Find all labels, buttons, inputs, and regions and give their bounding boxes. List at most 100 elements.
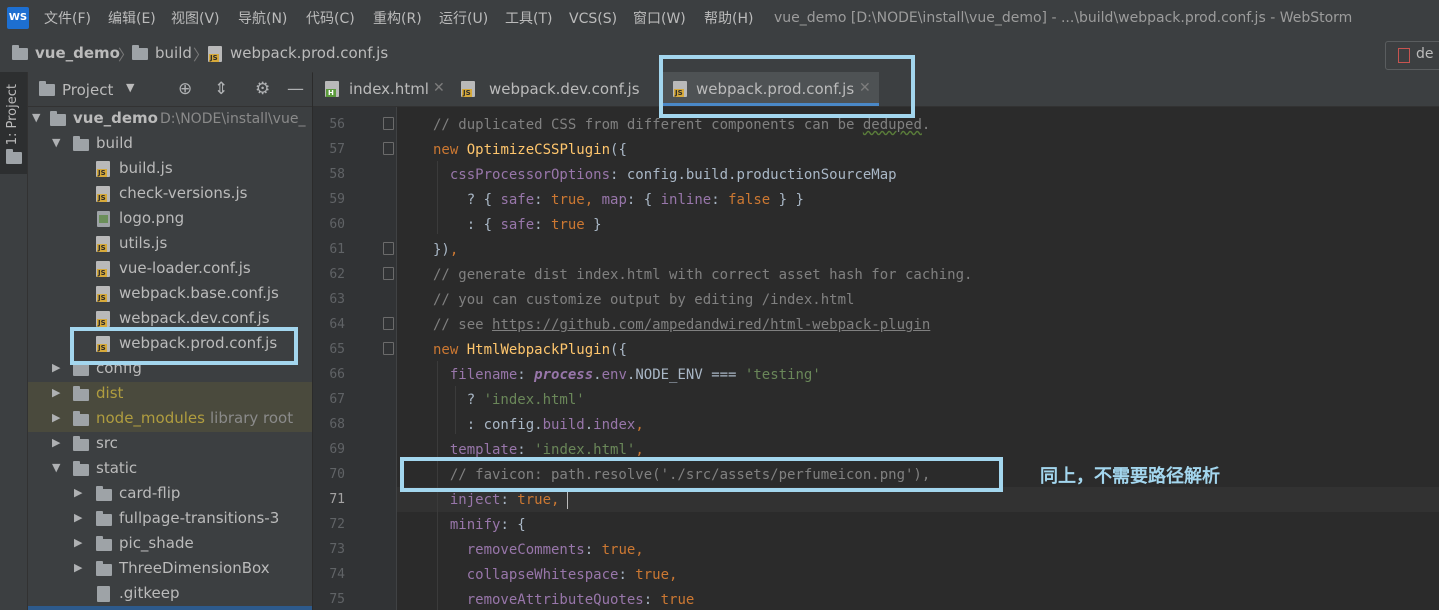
property-token: map — [601, 192, 627, 208]
tab-webpack-dev[interactable]: webpack.dev.conf.js ✕ — [449, 72, 788, 106]
code-token: . — [593, 367, 602, 383]
code-line-71: inject: true, — [433, 491, 560, 509]
text-cursor — [567, 491, 568, 509]
property-token: cssProcessorOptions — [449, 167, 611, 183]
breadcrumb-project[interactable]: vue_demo — [35, 44, 120, 62]
project-view-selector[interactable]: Project — [62, 81, 113, 99]
fold-marker-icon[interactable] — [383, 117, 394, 130]
fold-marker-icon[interactable] — [383, 342, 394, 355]
code-line-72: minify: { — [433, 516, 526, 534]
url-link[interactable]: https://github.com/ampedandwired/html-we… — [492, 317, 930, 333]
project-tool-button[interactable]: 1: Project — [0, 72, 27, 174]
line-number: 73 — [329, 542, 345, 557]
string-token: 'testing' — [744, 367, 821, 383]
menu-view[interactable]: 视图(V) — [171, 10, 220, 28]
code-token: : — [534, 217, 552, 233]
close-icon[interactable]: ✕ — [433, 80, 445, 96]
menu-tools[interactable]: 工具(T) — [505, 10, 552, 28]
locate-icon[interactable]: ⊕ — [178, 79, 192, 99]
chevron-down-icon[interactable]: ▼ — [52, 136, 60, 149]
code-line-74: collapseWhitespace: true, — [433, 566, 678, 584]
tree-item-folder[interactable]: ▶ pic_shade — [28, 532, 312, 557]
fold-marker-icon[interactable] — [383, 142, 394, 155]
breadcrumb-file[interactable]: webpack.prod.conf.js — [230, 44, 388, 62]
breadcrumb-folder[interactable]: build — [155, 44, 192, 62]
tree-item-root[interactable]: ▼ vue_demo D:\NODE\install\vue_ — [28, 107, 312, 132]
folder-icon — [73, 386, 89, 401]
right-tab-label: de — [1416, 46, 1434, 62]
code-token: : — [517, 367, 535, 383]
tree-item-src[interactable]: ▶ src — [28, 432, 312, 457]
menu-run[interactable]: 运行(U) — [439, 10, 488, 28]
property-token: minify — [449, 517, 501, 533]
line-number-current: 71 — [329, 492, 345, 507]
tree-item-folder[interactable]: ▶ card-flip — [28, 482, 312, 507]
hide-icon[interactable]: — — [287, 79, 304, 99]
chevron-right-icon[interactable]: ▶ — [74, 511, 82, 524]
code-line-61: }), — [433, 241, 458, 259]
property-token: safe — [500, 217, 535, 233]
tree-item-file[interactable]: logo.png — [28, 207, 312, 232]
code-line-65: new HtmlWebpackPlugin({ — [433, 341, 627, 359]
fold-marker-icon[interactable] — [383, 317, 394, 330]
class-token: OptimizeCSSPlugin — [466, 142, 611, 158]
code-token: ? — [433, 392, 484, 408]
tree-item-file[interactable]: .gitkeep — [28, 582, 312, 607]
chevron-down-icon[interactable]: ▼ — [52, 461, 60, 474]
tree-item-file[interactable]: check-versions.js — [28, 182, 312, 207]
code-line-66: filename: process.env.NODE_ENV === 'test… — [433, 366, 821, 384]
right-editor-tab[interactable]: de — [1385, 41, 1439, 70]
gear-icon[interactable]: ⚙ — [255, 79, 270, 99]
tree-item-folder[interactable]: ▶ fullpage-transitions-3 — [28, 507, 312, 532]
line-number: 56 — [329, 117, 345, 132]
tree-item-label: utils.js — [119, 234, 168, 252]
chevron-right-icon[interactable]: ▶ — [74, 561, 82, 574]
tree-item-build[interactable]: ▼ build — [28, 132, 312, 157]
chevron-right-icon[interactable]: ▶ — [52, 361, 60, 374]
comment-token: // generate dist index.html with correct… — [433, 267, 973, 283]
code-token: }) — [433, 242, 450, 258]
chevron-right-icon[interactable]: ▶ — [52, 411, 60, 424]
tree-item-file[interactable]: utils.js — [28, 232, 312, 257]
chevron-right-icon[interactable]: ▶ — [52, 436, 60, 449]
js-file-icon — [461, 81, 475, 97]
window-title: vue_demo [D:\NODE\install\vue_demo] - ..… — [774, 10, 1353, 26]
tree-item-dist[interactable]: ▶ dist — [28, 382, 312, 407]
line-number: 70 — [329, 467, 345, 482]
tree-item-folder[interactable]: ▶ ThreeDimensionBox — [28, 557, 312, 582]
tab-index-html[interactable]: index.html ✕ — [313, 72, 447, 106]
annotation-box-active-tab — [659, 55, 915, 118]
tree-item-file[interactable]: vue-loader.conf.js — [28, 257, 312, 282]
chevron-right-icon[interactable]: ▶ — [74, 486, 82, 499]
tree-item-static[interactable]: ▼ static — [28, 457, 312, 482]
tree-item-file[interactable]: webpack.base.conf.js — [28, 282, 312, 307]
collapse-all-icon[interactable]: ⇕ — [214, 79, 228, 99]
chevron-down-icon[interactable]: ▼ — [126, 81, 134, 94]
menu-vcs[interactable]: VCS(S) — [569, 10, 617, 28]
menu-help[interactable]: 帮助(H) — [704, 10, 753, 28]
chevron-right-icon[interactable]: ▶ — [52, 386, 60, 399]
chevron-right-icon[interactable]: ▶ — [74, 536, 82, 549]
code-line-63: // you can customize output by editing /… — [433, 291, 854, 309]
line-number: 61 — [329, 242, 345, 257]
code-line-73: removeComments: true, — [433, 541, 644, 559]
tree-item-node-modules[interactable]: ▶ node_modules library root — [28, 407, 312, 432]
property-token: template — [449, 442, 518, 458]
menu-file[interactable]: 文件(F) — [44, 10, 91, 28]
property-token: env — [601, 367, 627, 383]
fold-marker-icon[interactable] — [383, 267, 394, 280]
keyword-token: true, — [517, 492, 560, 508]
tree-item-file[interactable]: build.js — [28, 157, 312, 182]
menu-refactor[interactable]: 重构(R) — [373, 10, 422, 28]
menu-window[interactable]: 窗口(W) — [633, 10, 686, 28]
menu-navigate[interactable]: 导航(N) — [238, 10, 287, 28]
punct-token: , — [449, 242, 459, 258]
tree-item-label: logo.png — [119, 209, 185, 227]
code-line-56: // duplicated CSS from different compone… — [433, 116, 930, 134]
fold-marker-icon[interactable] — [383, 242, 394, 255]
menu-edit[interactable]: 编辑(E) — [108, 10, 156, 28]
menu-code[interactable]: 代码(C) — [306, 10, 355, 28]
chevron-down-icon[interactable]: ▼ — [32, 111, 40, 124]
panel-scroll-indicator — [28, 606, 312, 610]
